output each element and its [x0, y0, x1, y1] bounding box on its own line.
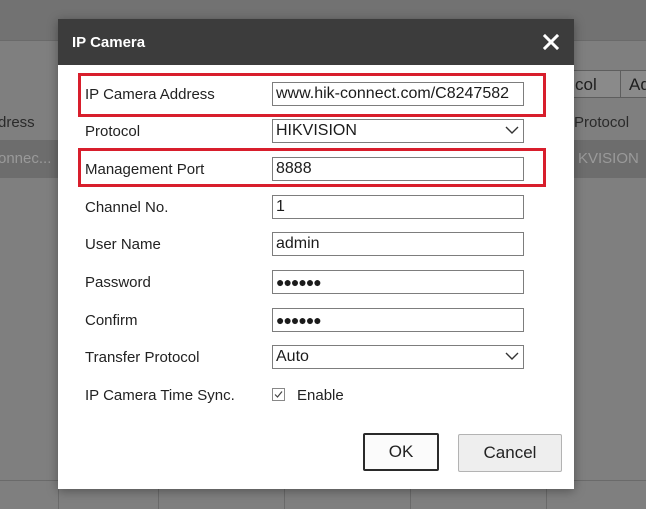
password-input[interactable]: ●●●●●●: [272, 270, 524, 294]
row-user-name: User Name admin: [58, 232, 574, 258]
chevron-down-icon: [505, 126, 519, 134]
chevron-down-icon: [505, 352, 519, 360]
ok-button[interactable]: OK: [363, 433, 439, 471]
background-header-protocol: Protocol: [574, 114, 630, 131]
user-name-input[interactable]: admin: [272, 232, 524, 256]
channel-no-input[interactable]: 1: [272, 195, 524, 219]
password-label: Password: [85, 274, 151, 291]
confirm-value: ●●●●●●: [276, 312, 322, 328]
background-cell-protocol: KVISION: [578, 150, 639, 167]
row-transfer-protocol: Transfer Protocol Auto: [58, 345, 574, 371]
checkmark-icon: [274, 391, 283, 398]
confirm-input[interactable]: ●●●●●●: [272, 308, 524, 332]
channel-no-label: Channel No.: [85, 199, 169, 216]
protocol-label: Protocol: [85, 123, 141, 140]
highlight-ip-address: [78, 73, 546, 117]
transfer-protocol-select[interactable]: Auto: [272, 345, 524, 369]
close-button[interactable]: [538, 29, 564, 55]
dialog-title: IP Camera: [72, 34, 146, 51]
protocol-select[interactable]: HIKVISION: [272, 119, 524, 143]
highlight-management-port: [78, 148, 546, 187]
close-icon: [543, 34, 559, 50]
background-button-protocol: col: [568, 70, 626, 98]
user-name-label: User Name: [85, 236, 161, 253]
time-sync-enable-label: Enable: [297, 387, 344, 404]
row-password: Password ●●●●●●: [58, 270, 574, 296]
cancel-button[interactable]: Cancel: [458, 434, 562, 472]
row-confirm: Confirm ●●●●●●: [58, 308, 574, 334]
time-sync-checkbox[interactable]: [272, 388, 285, 401]
confirm-label: Confirm: [85, 312, 138, 329]
time-sync-label: IP Camera Time Sync.: [85, 387, 235, 404]
background-header-address: dress: [0, 114, 35, 131]
background-button-add: Ad: [620, 70, 646, 98]
dialog-titlebar: IP Camera: [58, 19, 574, 65]
ip-camera-dialog: IP Camera IP Camera Address www.hik-conn…: [58, 19, 574, 489]
transfer-protocol-label: Transfer Protocol: [85, 349, 200, 366]
row-channel-no: Channel No. 1: [58, 195, 574, 221]
row-time-sync: IP Camera Time Sync. Enable: [58, 383, 574, 409]
password-value: ●●●●●●: [276, 274, 322, 290]
row-protocol: Protocol HIKVISION: [58, 119, 574, 145]
background-cell-address: onnec...: [0, 150, 52, 167]
